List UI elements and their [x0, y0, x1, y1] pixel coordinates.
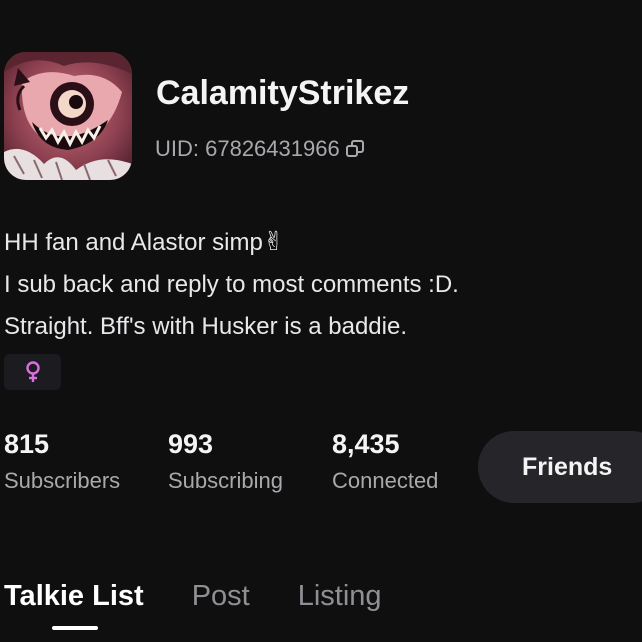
- tab-post[interactable]: Post: [192, 580, 250, 613]
- stat-subscribing[interactable]: 993 Subscribing: [168, 428, 283, 494]
- active-tab-indicator: [52, 626, 98, 630]
- bio-line-text: HH fan and Alastor simp: [4, 229, 263, 256]
- stat-label: Subscribers: [4, 468, 121, 493]
- stat-label: Connected: [332, 468, 439, 493]
- copy-icon[interactable]: [344, 138, 366, 160]
- stat-label: Subscribing: [168, 468, 283, 493]
- bio: HH fan and Alastor simp✌ I sub back and …: [4, 220, 624, 348]
- bio-line: HH fan and Alastor simp✌: [4, 220, 624, 264]
- uid-text: UID: 67826431966: [155, 136, 340, 161]
- friends-button[interactable]: Friends: [478, 431, 642, 503]
- tab-talkie-list[interactable]: Talkie List: [4, 580, 144, 613]
- gender-badge: [4, 354, 61, 390]
- stat-value: 993: [168, 429, 214, 459]
- uid-row: UID: 67826431966: [155, 136, 366, 162]
- bio-line: Straight. Bff's with Husker is a baddie.: [4, 313, 407, 340]
- avatar[interactable]: [4, 52, 132, 180]
- female-icon: [25, 361, 40, 382]
- stat-value: 815: [4, 429, 50, 459]
- bio-line: I sub back and reply to most comments :D…: [4, 271, 459, 298]
- avatar-image: [4, 52, 132, 180]
- peace-emoji: ✌: [262, 226, 285, 256]
- stat-connected[interactable]: 8,435 Connected: [332, 428, 438, 494]
- username: CalamityStrikez: [156, 74, 410, 112]
- profile-page: CalamityStrikez UID: 67826431966 HH fan …: [0, 0, 642, 642]
- stat-subscribers[interactable]: 815 Subscribers: [4, 428, 120, 494]
- stat-value: 8,435: [332, 429, 400, 459]
- tab-listing[interactable]: Listing: [298, 580, 382, 613]
- profile-tabs: Talkie List Post Listing: [4, 580, 382, 613]
